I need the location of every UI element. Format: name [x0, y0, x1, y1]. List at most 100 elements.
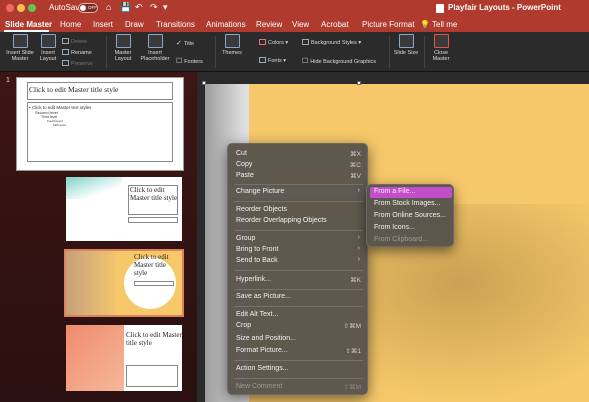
- selection-handle[interactable]: [202, 81, 206, 85]
- tab-acrobat[interactable]: Acrobat: [321, 20, 349, 29]
- menu-item-format-picture[interactable]: Format Picture... ⇧⌘1: [228, 346, 369, 357]
- master-title-text: Click to edit Master title style: [29, 85, 119, 94]
- customize-toolbar-icon[interactable]: ▾: [163, 2, 168, 13]
- menu-item-label: Size and Position...: [236, 335, 296, 342]
- ribbon-divider: [106, 36, 107, 68]
- minimize-window-icon[interactable]: [17, 4, 25, 12]
- slide-size-button[interactable]: Slide Size: [393, 34, 419, 56]
- menu-item-reorder-objects[interactable]: Reorder Objects: [228, 205, 369, 216]
- rename-button[interactable]: Rename: [62, 49, 92, 56]
- menu-item-label: Save as Picture...: [236, 293, 291, 300]
- save-icon[interactable]: 💾: [120, 2, 131, 13]
- menu-item-label: Action Settings...: [236, 365, 289, 372]
- menu-separator: [234, 270, 363, 271]
- tell-me-search[interactable]: Tell me: [432, 20, 457, 29]
- menu-item-label: Cut: [236, 150, 247, 157]
- menu-item-cut[interactable]: Cut ⌘X: [228, 149, 369, 160]
- fonts-dropdown[interactable]: Fonts ▾: [259, 57, 286, 64]
- tab-view[interactable]: View: [292, 20, 309, 29]
- footers-checkbox[interactable]: ☐ Footers: [176, 57, 203, 65]
- fonts-label: Fonts: [268, 58, 282, 64]
- insert-slide-master-button[interactable]: Insert Slide Master: [3, 34, 37, 62]
- menu-item-change-picture[interactable]: Change Picture ›: [228, 187, 369, 198]
- insert-placeholder-button[interactable]: Insert Placeholder: [138, 34, 172, 62]
- menu-item-action-settings[interactable]: Action Settings...: [228, 364, 369, 375]
- menu-item-crop[interactable]: Crop ⇧⌘M: [228, 321, 369, 332]
- fifth-level-text: Fifth level: [53, 123, 66, 127]
- menu-item-new-comment: New Comment ⇧⌘M: [228, 382, 369, 393]
- submenu-item-label: From Stock Images...: [374, 200, 441, 207]
- change-picture-submenu: From a File... From Stock Images... From…: [366, 184, 454, 247]
- insert-placeholder-icon: [147, 34, 163, 48]
- maximize-window-icon[interactable]: [28, 4, 36, 12]
- checkmark-icon: ✓: [176, 40, 182, 47]
- autosave-toggle[interactable]: OFF: [78, 3, 98, 13]
- menu-item-label: Send to Back: [236, 257, 278, 264]
- menu-shortcut: ⇧⌘1: [345, 348, 361, 355]
- menu-shortcut: ⌘V: [350, 173, 361, 180]
- background-styles-dropdown[interactable]: Background Styles ▾: [302, 39, 361, 46]
- menu-item-label: Group: [236, 235, 256, 242]
- submenu-arrow-icon: ›: [357, 245, 360, 252]
- hide-background-graphics-checkbox[interactable]: ☐ Hide Background Graphics: [302, 57, 376, 65]
- submenu-item-from-online-sources[interactable]: From Online Sources...: [370, 211, 452, 222]
- submenu-arrow-icon: ›: [357, 256, 360, 263]
- menu-shortcut: ⌘C: [349, 162, 361, 169]
- redo-icon[interactable]: ↷: [150, 2, 158, 13]
- insert-layout-button[interactable]: Insert Layout: [37, 34, 59, 62]
- title-checkbox[interactable]: ✓ Title: [176, 39, 194, 47]
- submenu-item-from-icons[interactable]: From Icons...: [370, 223, 452, 234]
- themes-button[interactable]: Themes: [219, 34, 245, 56]
- colors-dropdown[interactable]: Colors ▾: [259, 39, 288, 46]
- menu-separator: [234, 378, 363, 379]
- menu-item-paste[interactable]: Paste ⌘V: [228, 171, 369, 182]
- undo-icon[interactable]: ↶: [135, 2, 143, 13]
- context-menu: Cut ⌘X Copy ⌘C Paste ⌘V Change Picture › Reo…: [227, 143, 369, 395]
- tab-animations[interactable]: Animations: [206, 20, 246, 29]
- close-window-icon[interactable]: [6, 4, 14, 12]
- tab-slide-master[interactable]: Slide Master: [5, 20, 52, 29]
- menu-item-edit-alt-text[interactable]: Edit Alt Text...: [228, 310, 369, 321]
- selection-handle[interactable]: [357, 81, 361, 85]
- themes-icon: [224, 34, 240, 48]
- tab-home[interactable]: Home: [60, 20, 81, 29]
- menu-item-label: Edit Alt Text...: [236, 311, 279, 318]
- menu-item-hyperlink[interactable]: Hyperlink... ⌘K: [228, 275, 369, 286]
- master-slide-thumbnail[interactable]: Click to edit Master title style • Click…: [16, 77, 184, 171]
- menu-item-label: Reorder Objects: [236, 206, 287, 213]
- submenu-item-from-file[interactable]: From a File...: [370, 187, 452, 198]
- layout-thumbnail-1[interactable]: Click to edit Master title style: [66, 177, 182, 241]
- menu-shortcut: ⇧⌘M: [343, 384, 361, 391]
- layout-thumbnail-2[interactable]: Click to edit Master title style: [64, 249, 184, 317]
- lightbulb-icon: 💡: [420, 20, 430, 29]
- submenu-item-label: From Clipboard...: [374, 236, 429, 243]
- footers-checkbox-label: Footers: [184, 59, 203, 65]
- close-master-button[interactable]: Close Master: [428, 34, 454, 62]
- submenu-item-label: From a File...: [374, 188, 416, 195]
- menu-item-bring-to-front[interactable]: Bring to Front ›: [228, 245, 369, 256]
- tab-transitions[interactable]: Transitions: [156, 20, 195, 29]
- tab-review[interactable]: Review: [256, 20, 282, 29]
- menu-item-size-and-position[interactable]: Size and Position...: [228, 334, 369, 345]
- colors-label: Colors: [268, 40, 284, 46]
- menu-item-group[interactable]: Group ›: [228, 234, 369, 245]
- tab-insert[interactable]: Insert: [93, 20, 113, 29]
- slide-thumbnail-pane: 1 Click to edit Master title style • Cli…: [0, 72, 197, 402]
- menu-item-send-to-back[interactable]: Send to Back ›: [228, 256, 369, 267]
- master-layout-button[interactable]: Master Layout: [110, 34, 136, 62]
- menu-item-copy[interactable]: Copy ⌘C: [228, 160, 369, 171]
- tab-picture-format[interactable]: Picture Format: [362, 20, 414, 29]
- tab-draw[interactable]: Draw: [125, 20, 144, 29]
- themes-label: Themes: [222, 50, 242, 56]
- layout-subtitle-placeholder: [134, 281, 174, 286]
- layout-thumbnail-3[interactable]: Click to edit Master title style: [66, 325, 182, 391]
- submenu-item-from-stock-images[interactable]: From Stock Images...: [370, 199, 452, 210]
- menu-item-reorder-overlapping[interactable]: Reorder Overlapping Objects: [228, 216, 369, 227]
- insert-placeholder-label: Insert Placeholder: [140, 50, 170, 62]
- menu-item-save-as-picture[interactable]: Save as Picture...: [228, 292, 369, 303]
- menu-separator: [234, 360, 363, 361]
- preserve-button[interactable]: Preserve: [62, 60, 93, 67]
- delete-button[interactable]: Delete: [62, 38, 87, 45]
- menu-shortcut: ⌘X: [350, 151, 361, 158]
- home-icon[interactable]: ⌂: [106, 2, 111, 12]
